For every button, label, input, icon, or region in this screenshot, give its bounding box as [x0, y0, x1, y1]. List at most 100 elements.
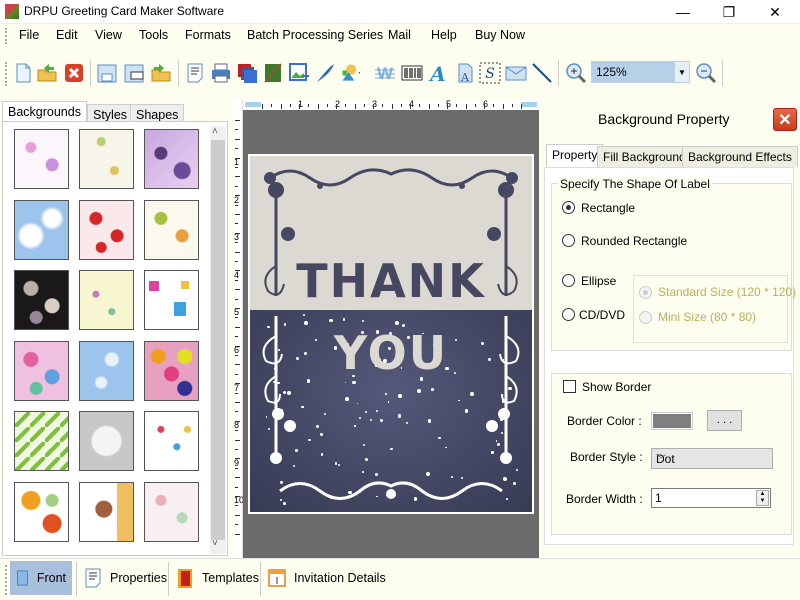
- menu-edit[interactable]: Edit: [56, 28, 78, 42]
- copy-pages-icon[interactable]: [236, 62, 258, 84]
- tab-property[interactable]: Property: [546, 144, 604, 168]
- show-border-checkbox[interactable]: [563, 380, 576, 393]
- ruler-tick: [235, 420, 240, 422]
- thumbnail-autumn-leaves[interactable]: [144, 199, 199, 260]
- menu-batch-processing[interactable]: Batch Processing Series: [247, 28, 383, 42]
- save-icon[interactable]: [96, 62, 118, 84]
- ruler-tick: [235, 524, 238, 526]
- thumbnail-baby-doodles[interactable]: [14, 129, 69, 189]
- ruler-tick: [235, 214, 240, 215]
- menu-mail[interactable]: Mail: [388, 28, 411, 42]
- barcode-icon[interactable]: [401, 62, 423, 84]
- mail-icon[interactable]: [505, 62, 527, 84]
- insert-image-icon[interactable]: [288, 62, 310, 84]
- close-window-button[interactable]: ✕: [752, 0, 798, 24]
- print-icon[interactable]: [210, 62, 232, 84]
- thumbnail-pastel-flowers[interactable]: [79, 270, 134, 330]
- restore-button[interactable]: ❐: [706, 0, 752, 24]
- radio-rounded-rectangle[interactable]: [562, 234, 575, 247]
- line-icon[interactable]: [531, 62, 553, 84]
- tab-fill-background[interactable]: Fill Background: [597, 146, 692, 167]
- toolbar-grip[interactable]: [5, 62, 7, 86]
- tab-properties[interactable]: Properties: [78, 561, 173, 595]
- text-icon[interactable]: A: [427, 62, 449, 84]
- tab-invitation-details[interactable]: Invitation Details: [262, 561, 392, 595]
- menu-tools[interactable]: Tools: [139, 28, 168, 42]
- stepper-arrows-icon[interactable]: ▲ ▼: [756, 490, 769, 506]
- tab-backgrounds[interactable]: Backgrounds: [2, 101, 87, 122]
- shapes-icon[interactable]: [340, 62, 362, 84]
- close-panel-button[interactable]: ✕: [773, 108, 797, 131]
- scroll-up-icon[interactable]: ˄: [212, 126, 218, 137]
- thumbnail-butterflies[interactable]: [14, 481, 69, 542]
- ruler-tick: [235, 449, 238, 450]
- menu-buy-now[interactable]: Buy Now: [475, 28, 525, 42]
- thumbnail-kids-party[interactable]: [144, 411, 199, 471]
- radio-label-rounded-rectangle[interactable]: Rounded Rectangle: [581, 234, 687, 248]
- zoom-level-combo[interactable]: 125% ▼: [591, 61, 690, 83]
- ruler-tick: [410, 104, 411, 109]
- tab-front[interactable]: Front: [10, 561, 72, 595]
- ruler-tick: [299, 104, 300, 109]
- minimize-button[interactable]: —: [660, 0, 706, 24]
- menu-formats[interactable]: Formats: [185, 28, 231, 42]
- toolbar-separator: [178, 60, 179, 86]
- thumbnail-colorful-flowers[interactable]: [14, 340, 69, 401]
- chevron-down-icon[interactable]: ▼: [675, 62, 689, 82]
- radio-rectangle[interactable]: [562, 201, 575, 214]
- thumbnail-gift-boxes[interactable]: [144, 270, 199, 330]
- thumbnail-dark-leaves[interactable]: [14, 270, 69, 330]
- greeting-card[interactable]: THANK YOU: [248, 154, 534, 514]
- open-icon[interactable]: [36, 62, 58, 84]
- background-image-icon[interactable]: [262, 62, 284, 84]
- ruler-tick: [235, 298, 238, 300]
- thumbnail-strawberries[interactable]: [79, 199, 134, 260]
- scroll-down-icon[interactable]: ˅: [212, 538, 218, 549]
- ruler-tick: [336, 104, 337, 109]
- bottombar-grip[interactable]: [5, 565, 7, 595]
- thumbnail-bird-doodles[interactable]: [79, 129, 134, 189]
- new-icon[interactable]: [12, 62, 34, 84]
- save-as-icon[interactable]: [123, 62, 145, 84]
- border-color-swatch[interactable]: [651, 412, 693, 430]
- menu-help[interactable]: Help: [431, 28, 457, 42]
- radio-ellipse[interactable]: [562, 274, 575, 287]
- radio-label-ellipse[interactable]: Ellipse: [581, 274, 616, 288]
- thumbnail-white-heart[interactable]: [79, 411, 134, 471]
- ruler-tick: [521, 104, 522, 109]
- watermark-icon[interactable]: W: [374, 62, 396, 84]
- border-width-stepper[interactable]: 1 ▲ ▼: [651, 488, 771, 508]
- thumbnail-pastel-splatter[interactable]: [144, 481, 199, 542]
- tab-background-effects[interactable]: Background Effects: [682, 146, 798, 167]
- scrollbar-thumb[interactable]: [211, 140, 225, 540]
- thumbnail-christmas-trees[interactable]: [14, 411, 69, 471]
- tab-shapes[interactable]: Shapes: [130, 104, 185, 122]
- menu-grip[interactable]: [5, 28, 7, 44]
- page-setup-icon[interactable]: [184, 62, 206, 84]
- tab-front-label: Front: [36, 571, 66, 585]
- browse-color-button[interactable]: . . .: [707, 410, 742, 431]
- radio-label-rectangle[interactable]: Rectangle: [581, 201, 635, 215]
- border-style-select[interactable]: Dot ﹀: [651, 448, 773, 469]
- signature-pen-icon[interactable]: [314, 62, 336, 84]
- thumbnail-sky-clouds[interactable]: [14, 199, 69, 260]
- tab-templates[interactable]: Templates: [170, 561, 265, 595]
- menu-file[interactable]: File: [19, 28, 39, 42]
- thumbnail-teddy-bear-card[interactable]: [79, 481, 134, 542]
- radio-label-cd-dvd[interactable]: CD/DVD: [579, 308, 625, 322]
- tab-styles[interactable]: Styles: [87, 104, 134, 122]
- menu-view[interactable]: View: [95, 28, 122, 42]
- separator: [76, 562, 77, 596]
- thumbnail-snowflakes-blue[interactable]: [79, 340, 134, 401]
- show-border-label[interactable]: Show Border: [582, 380, 651, 394]
- select-tool-icon[interactable]: S: [479, 62, 501, 84]
- thumbnail-flower-circles[interactable]: [144, 340, 199, 401]
- export-icon[interactable]: [150, 62, 172, 84]
- thumbnail-purple-flowers[interactable]: [144, 129, 199, 189]
- radio-cd-dvd[interactable]: [562, 308, 575, 321]
- zoom-out-icon[interactable]: [695, 62, 717, 84]
- zoom-in-icon[interactable]: [565, 62, 587, 84]
- tab-templates-label: Templates: [202, 571, 259, 585]
- word-art-icon[interactable]: A: [453, 62, 475, 84]
- close-file-icon[interactable]: [63, 62, 85, 84]
